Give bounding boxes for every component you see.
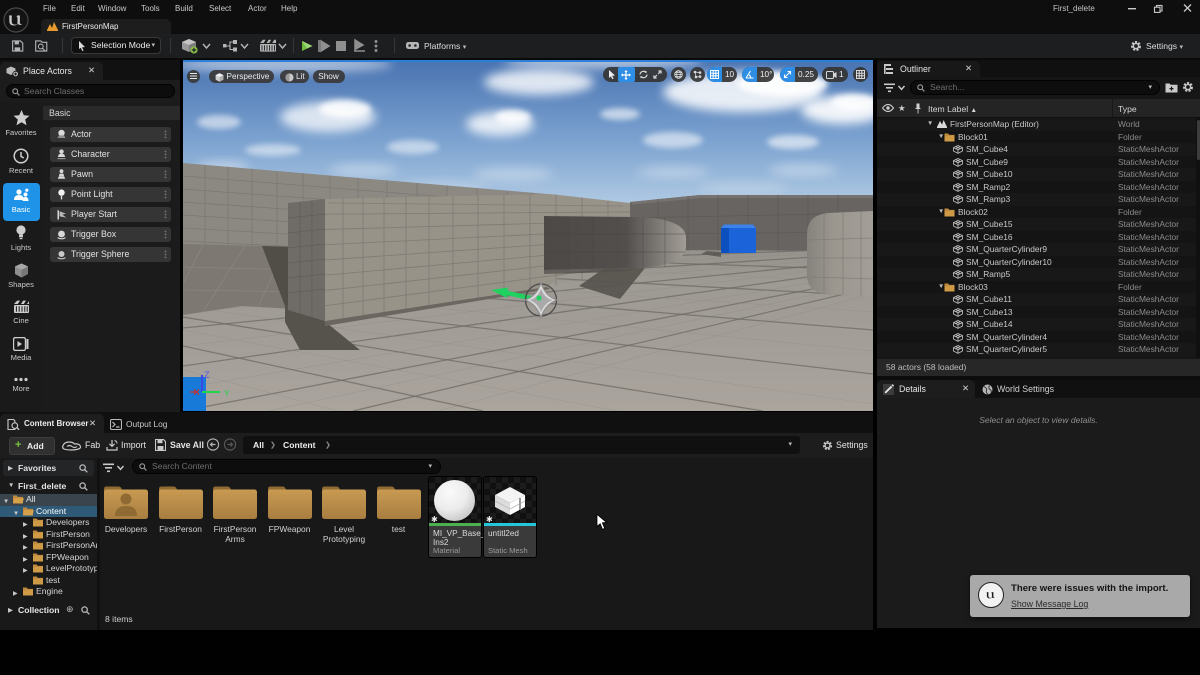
svg-text:Y: Y [224,388,230,398]
svg-text:Z: Z [204,370,210,380]
